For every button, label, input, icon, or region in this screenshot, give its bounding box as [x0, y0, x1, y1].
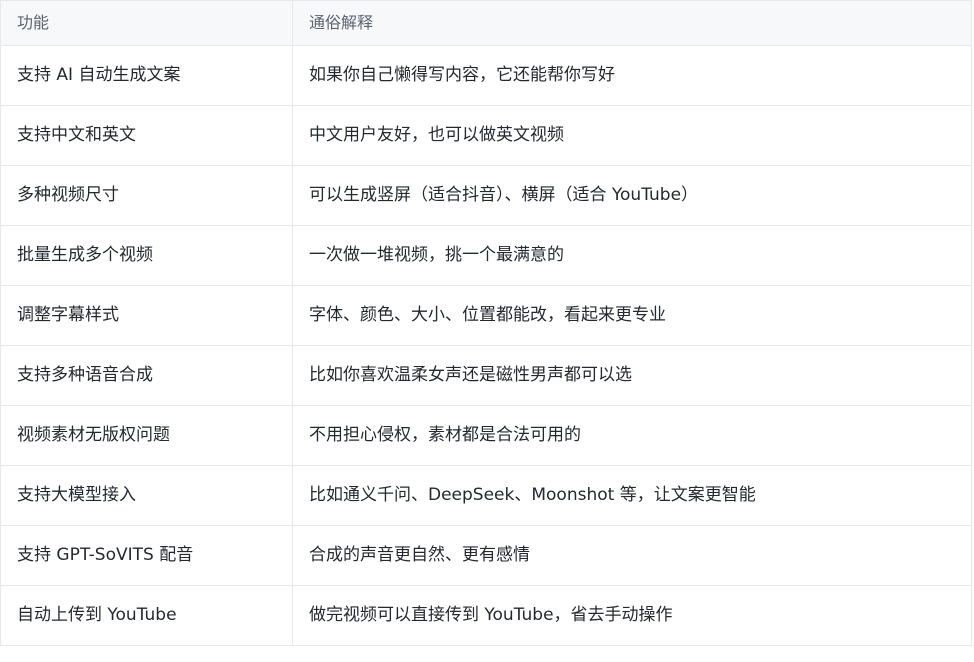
feature-cell: 支持 AI 自动生成文案: [1, 46, 293, 105]
table-row: 多种视频尺寸 可以生成竖屏（适合抖音）、横屏（适合 YouTube）: [1, 166, 971, 226]
feature-cell: 支持大模型接入: [1, 466, 293, 525]
explanation-cell: 做完视频可以直接传到 YouTube，省去手动操作: [309, 605, 673, 626]
table-row: 视频素材无版权问题 不用担心侵权，素材都是合法可用的: [1, 406, 971, 466]
header-cell-explanation: 通俗解释: [309, 13, 374, 33]
explanation-cell: 可以生成竖屏（适合抖音）、横屏（适合 YouTube）: [309, 185, 699, 206]
explanation-cell: 一次做一堆视频，挑一个最满意的: [309, 245, 564, 266]
table-row: 支持多种语音合成 比如你喜欢温柔女声还是磁性男声都可以选: [1, 346, 971, 406]
feature-table: 功能 通俗解释 支持 AI 自动生成文案 如果你自己懒得写内容，它还能帮你写好 …: [0, 0, 972, 646]
explanation-cell: 合成的声音更自然、更有感情: [309, 545, 530, 566]
explanation-cell: 字体、颜色、大小、位置都能改，看起来更专业: [309, 305, 666, 326]
explanation-cell: 比如通义千问、DeepSeek、Moonshot 等，让文案更智能: [309, 485, 756, 506]
feature-cell: 多种视频尺寸: [1, 166, 293, 225]
feature-cell: 支持多种语音合成: [1, 346, 293, 405]
table-row: 支持大模型接入 比如通义千问、DeepSeek、Moonshot 等，让文案更智…: [1, 466, 971, 526]
table-row: 自动上传到 YouTube 做完视频可以直接传到 YouTube，省去手动操作: [1, 586, 971, 646]
feature-cell: 自动上传到 YouTube: [1, 586, 293, 645]
feature-cell: 视频素材无版权问题: [1, 406, 293, 465]
explanation-cell: 如果你自己懒得写内容，它还能帮你写好: [309, 65, 615, 86]
table-header-row: 功能 通俗解释: [1, 1, 971, 46]
table-row: 批量生成多个视频 一次做一堆视频，挑一个最满意的: [1, 226, 971, 286]
feature-cell: 支持 GPT-SoVITS 配音: [1, 526, 293, 585]
table-row: 调整字幕样式 字体、颜色、大小、位置都能改，看起来更专业: [1, 286, 971, 346]
explanation-cell: 中文用户友好，也可以做英文视频: [309, 125, 564, 146]
feature-cell: 批量生成多个视频: [1, 226, 293, 285]
table-row: 支持中文和英文 中文用户友好，也可以做英文视频: [1, 106, 971, 166]
feature-cell: 支持中文和英文: [1, 106, 293, 165]
table-row: 支持 GPT-SoVITS 配音 合成的声音更自然、更有感情: [1, 526, 971, 586]
table-row: 支持 AI 自动生成文案 如果你自己懒得写内容，它还能帮你写好: [1, 46, 971, 106]
feature-cell: 调整字幕样式: [1, 286, 293, 345]
header-cell-feature: 功能: [1, 1, 293, 45]
explanation-cell: 比如你喜欢温柔女声还是磁性男声都可以选: [309, 365, 632, 386]
explanation-cell: 不用担心侵权，素材都是合法可用的: [309, 425, 581, 446]
